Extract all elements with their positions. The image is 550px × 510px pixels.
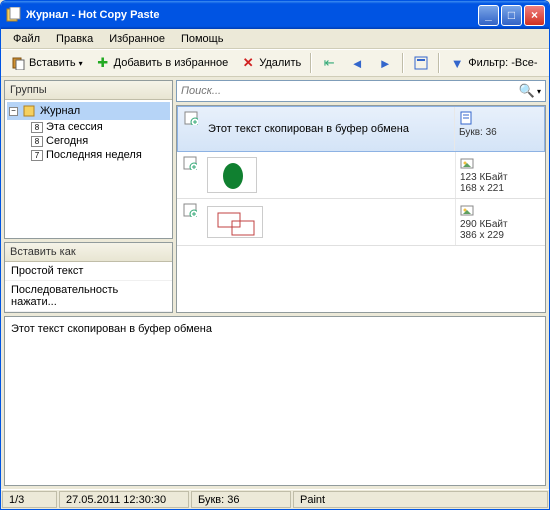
toolbar-divider bbox=[402, 53, 404, 73]
search-icon[interactable]: 🔍 bbox=[519, 83, 535, 99]
preview-pane: Этот текст скопирован в буфер обмена bbox=[4, 316, 546, 486]
tree-item[interactable]: 8Сегодня bbox=[7, 134, 170, 148]
app-icon bbox=[5, 7, 21, 23]
right-column: 🔍 ▾ Этот текст скопирован в буфер обмена… bbox=[176, 77, 549, 316]
chevron-down-icon: ▾ bbox=[79, 59, 83, 68]
badge-icon: 8 bbox=[31, 136, 43, 147]
nav-prev-button[interactable]: ◄ bbox=[344, 52, 370, 74]
menu-help[interactable]: Помощь bbox=[173, 31, 232, 47]
maximize-button[interactable]: □ bbox=[501, 5, 522, 26]
paste-as-header: Вставить как bbox=[5, 243, 172, 262]
toolbar-divider bbox=[310, 53, 312, 73]
table-row[interactable]: Этот текст скопирован в буфер обменаБукв… bbox=[177, 106, 545, 152]
window-buttons: _ □ × bbox=[478, 5, 545, 26]
status-position: 1/3 bbox=[2, 491, 57, 508]
app-window: Журнал - Hot Copy Paste _ □ × Файл Правк… bbox=[0, 0, 550, 510]
status-app: Paint bbox=[293, 491, 548, 508]
nav-first-button[interactable]: ⇤ bbox=[316, 52, 342, 74]
prev-icon: ◄ bbox=[349, 55, 365, 71]
groups-panel: Группы − Журнал 8Эта сессия8Сегодня7Посл… bbox=[4, 80, 173, 239]
status-bar: 1/3 27.05.2011 12:30:30 Букв: 36 Paint bbox=[1, 489, 549, 509]
search-box[interactable]: 🔍 ▾ bbox=[176, 80, 546, 102]
chevron-down-icon[interactable]: ▾ bbox=[537, 87, 541, 96]
tree-item[interactable]: 8Эта сессия bbox=[7, 120, 170, 134]
first-icon: ⇤ bbox=[321, 55, 337, 71]
groups-header: Группы bbox=[5, 81, 172, 100]
minimize-button[interactable]: _ bbox=[478, 5, 499, 26]
table-row[interactable]: 290 КБайт386 x 229 bbox=[177, 199, 545, 246]
list-item[interactable]: Простой текст bbox=[5, 262, 172, 281]
groups-tree: − Журнал 8Эта сессия8Сегодня7Последняя н… bbox=[5, 100, 172, 238]
nav-next-button[interactable]: ► bbox=[372, 52, 398, 74]
list-item[interactable]: Последовательность нажати... bbox=[5, 281, 172, 312]
search-input[interactable] bbox=[181, 85, 519, 97]
delete-button[interactable]: ✕ Удалить bbox=[235, 52, 306, 74]
menu-bar: Файл Правка Избранное Помощь bbox=[1, 29, 549, 49]
meta-icon bbox=[460, 203, 541, 217]
paste-icon bbox=[10, 55, 26, 71]
preview-text: Этот текст скопирован в буфер обмена bbox=[11, 323, 212, 335]
collapse-icon[interactable]: − bbox=[9, 107, 18, 116]
clip-meta: Букв: 36 bbox=[454, 107, 544, 151]
filter-button[interactable]: ▼ Фильтр: -Все- bbox=[444, 52, 542, 74]
tree-root[interactable]: − Журнал bbox=[7, 102, 170, 120]
add-favorite-button[interactable]: ✚ Добавить в избранное bbox=[90, 52, 234, 74]
content-area: Группы − Журнал 8Эта сессия8Сегодня7Посл… bbox=[1, 77, 549, 316]
tree-item[interactable]: 7Последняя неделя bbox=[7, 148, 170, 162]
menu-favorites[interactable]: Избранное bbox=[101, 31, 173, 47]
paste-as-list: Простой текстПоследовательность нажати..… bbox=[5, 262, 172, 312]
journal-icon bbox=[21, 103, 37, 119]
left-column: Группы − Журнал 8Эта сессия8Сегодня7Посл… bbox=[1, 77, 176, 316]
clip-type-icon bbox=[183, 156, 197, 170]
meta-icon bbox=[460, 156, 541, 170]
clip-meta: 290 КБайт386 x 229 bbox=[455, 199, 545, 245]
toolbar: Вставить ▾ ✚ Добавить в избранное ✕ Удал… bbox=[1, 49, 549, 77]
window-title: Журнал - Hot Copy Paste bbox=[26, 9, 478, 21]
table-row[interactable]: 123 КБайт168 x 221 bbox=[177, 152, 545, 199]
view-icon bbox=[413, 55, 429, 71]
clip-content: Этот текст скопирован в буфер обмена bbox=[204, 107, 454, 151]
close-button[interactable]: × bbox=[524, 5, 545, 26]
title-bar[interactable]: Журнал - Hot Copy Paste _ □ × bbox=[1, 1, 549, 29]
meta-icon bbox=[459, 111, 540, 125]
badge-icon: 7 bbox=[31, 150, 43, 161]
paste-button[interactable]: Вставить ▾ bbox=[5, 52, 88, 74]
clip-list: Этот текст скопирован в буфер обменаБукв… bbox=[176, 105, 546, 313]
clip-content bbox=[203, 152, 455, 198]
clip-content bbox=[203, 199, 455, 245]
toolbar-divider bbox=[438, 53, 440, 73]
clip-type-icon bbox=[184, 111, 198, 125]
view-button[interactable] bbox=[408, 52, 434, 74]
clip-type-icon bbox=[183, 203, 197, 217]
next-icon: ► bbox=[377, 55, 393, 71]
menu-edit[interactable]: Правка bbox=[48, 31, 101, 47]
badge-icon: 8 bbox=[31, 122, 43, 133]
status-date: 27.05.2011 12:30:30 bbox=[59, 491, 189, 508]
delete-icon: ✕ bbox=[240, 55, 256, 71]
paste-as-panel: Вставить как Простой текстПоследовательн… bbox=[4, 242, 173, 313]
star-plus-icon: ✚ bbox=[95, 55, 111, 71]
status-chars: Букв: 36 bbox=[191, 491, 291, 508]
clip-meta: 123 КБайт168 x 221 bbox=[455, 152, 545, 198]
menu-file[interactable]: Файл bbox=[5, 31, 48, 47]
funnel-icon: ▼ bbox=[449, 55, 465, 71]
